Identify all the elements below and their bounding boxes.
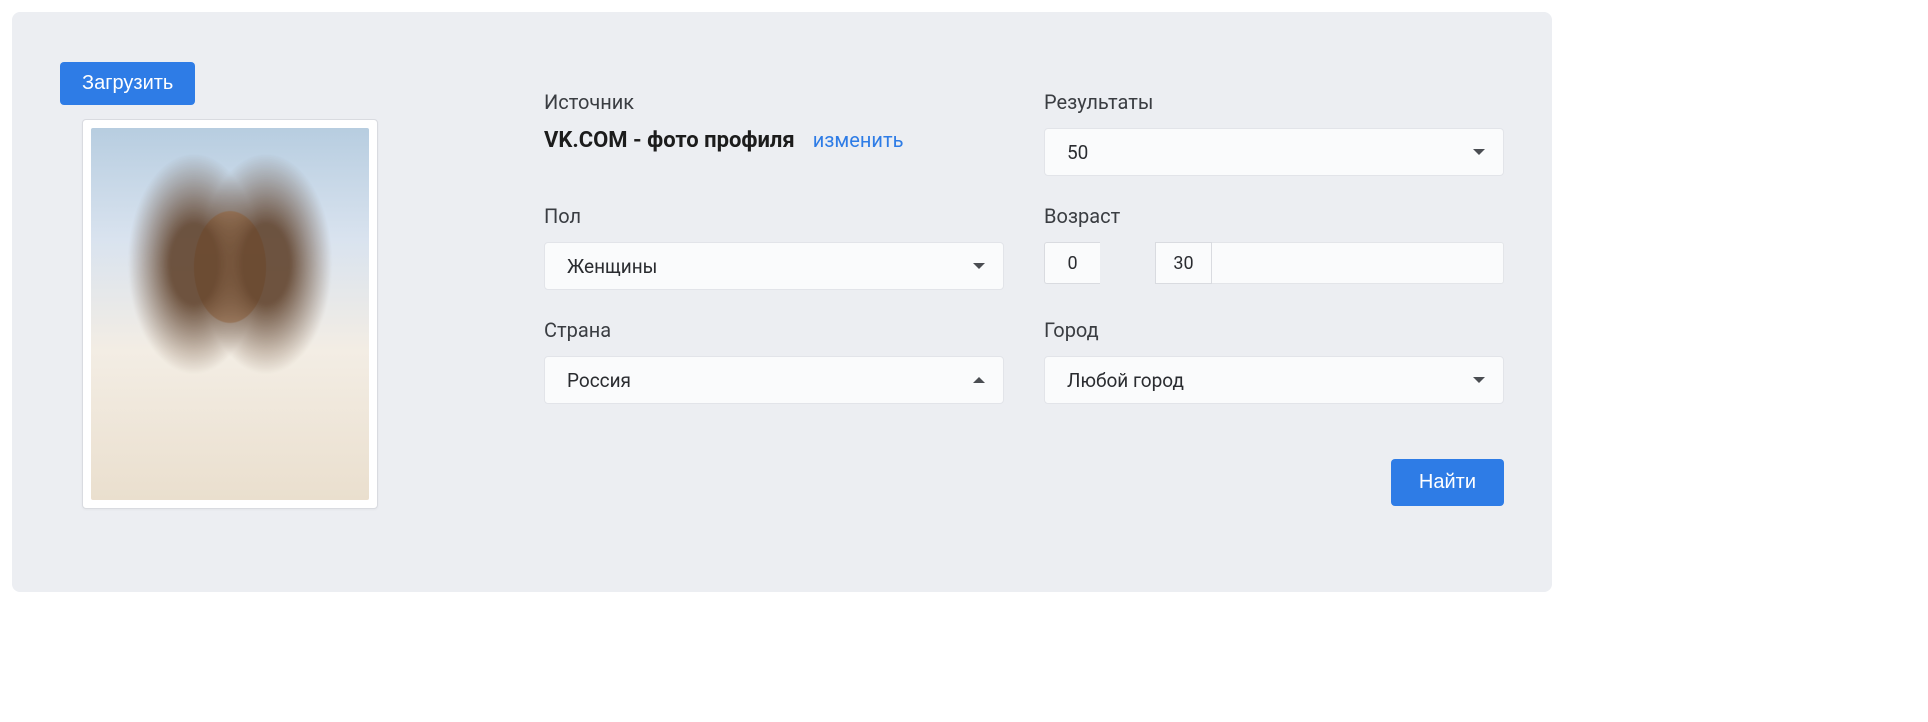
source-line: VK.COM - фото профиля изменить — [544, 128, 1004, 153]
city-group: Город Любой город — [1044, 318, 1504, 404]
gender-value: Женщины — [567, 255, 657, 278]
gender-group: Пол Женщины — [544, 204, 1004, 290]
source-label: Источник — [544, 90, 1004, 114]
chevron-down-icon — [1473, 377, 1485, 383]
results-value: 50 — [1067, 141, 1088, 164]
search-button[interactable]: Найти — [1391, 459, 1504, 506]
source-value: VK.COM - фото профиля — [544, 128, 795, 153]
upload-column: Загрузить — [60, 62, 380, 509]
city-select[interactable]: Любой город — [1044, 356, 1504, 404]
country-group: Страна Россия — [544, 318, 1004, 404]
gender-select[interactable]: Женщины — [544, 242, 1004, 290]
chevron-up-icon — [973, 377, 985, 383]
search-panel: Загрузить Источник VK.COM - фото профиля… — [12, 12, 1552, 592]
search-button-wrap: Найти — [1391, 459, 1504, 506]
results-label: Результаты — [1044, 90, 1504, 114]
age-min-input[interactable]: 0 — [1044, 242, 1100, 284]
change-source-link[interactable]: изменить — [813, 128, 904, 152]
uploaded-photo — [91, 128, 369, 500]
country-select[interactable]: Россия — [544, 356, 1004, 404]
chevron-down-icon — [1473, 149, 1485, 155]
chevron-down-icon — [973, 263, 985, 269]
results-group: Результаты 50 — [1044, 90, 1504, 176]
results-select[interactable]: 50 — [1044, 128, 1504, 176]
country-label: Страна — [544, 318, 1004, 342]
age-max-input[interactable]: 30 — [1156, 242, 1212, 284]
photo-frame[interactable] — [82, 119, 378, 509]
country-value: Россия — [567, 369, 631, 392]
age-slider-fill — [1100, 242, 1156, 284]
filters-grid: Источник VK.COM - фото профиля изменить … — [544, 90, 1504, 404]
age-group: Возраст 0 30 — [1044, 204, 1504, 290]
age-label: Возраст — [1044, 204, 1504, 228]
age-slider-track[interactable] — [1212, 242, 1504, 284]
source-group: Источник VK.COM - фото профиля изменить — [544, 90, 1004, 176]
gender-label: Пол — [544, 204, 1004, 228]
city-label: Город — [1044, 318, 1504, 342]
upload-button[interactable]: Загрузить — [60, 62, 195, 105]
age-range-slider[interactable]: 0 30 — [1044, 242, 1504, 284]
city-value: Любой город — [1067, 369, 1184, 392]
